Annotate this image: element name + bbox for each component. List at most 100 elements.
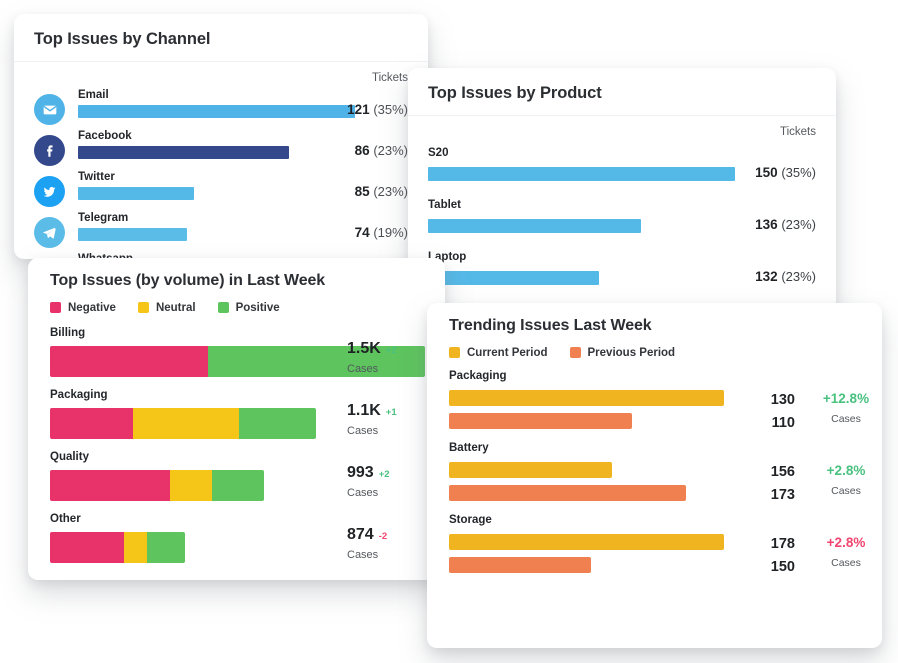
card-body: Tickets S20 150 (35%) Tablet 136 (23%) Lapto… <box>408 116 836 310</box>
card-title: Top Issues by Product <box>428 84 602 102</box>
product-row[interactable]: S20 150 (35%) <box>428 146 816 198</box>
volume-cases-label: Cases <box>347 548 379 561</box>
trending-change-pct: +12.8% <box>822 390 870 406</box>
telegram-icon <box>34 217 65 249</box>
legend-item[interactable]: Previous Period <box>569 347 675 359</box>
volume-delta: -2 <box>378 530 388 542</box>
trending-previous-bar <box>449 412 633 429</box>
product-row[interactable]: Laptop 132 (23%) <box>428 250 816 302</box>
trending-category-name: Storage <box>449 513 492 526</box>
product-row[interactable]: Tablet 136 (23%) <box>428 198 816 250</box>
product-name: S20 <box>428 147 449 160</box>
legend-item[interactable]: Negative <box>50 302 116 314</box>
volume-bar-segment <box>147 531 185 563</box>
channel-value: 85 (23%) <box>354 184 408 200</box>
trending-previous-bar <box>449 556 592 573</box>
volume-count: 874 <box>347 525 374 543</box>
trending-change-metrics: +2.8% Cases <box>807 535 882 569</box>
tickets-column-header: Tickets <box>780 126 816 139</box>
volume-delta: +1 <box>385 406 397 418</box>
card-header: Trending Issues Last Week <box>427 303 882 339</box>
trending-previous-value: 110 <box>771 414 795 431</box>
card-trending-issues-last-week: Trending Issues Last Week Current Period… <box>427 303 882 648</box>
trending-change-metrics: +12.8% Cases <box>807 391 882 425</box>
card-body: Negative Neutral Positive Billing 1.5K +2 Cas… <box>28 296 445 580</box>
legend-swatch <box>569 347 581 359</box>
channel-bar <box>78 187 194 201</box>
trending-change-pct: +2.8% <box>826 534 866 550</box>
volume-bar-segment <box>124 531 148 563</box>
channel-bar <box>78 228 187 242</box>
volume-count: 1.5K <box>347 339 381 357</box>
trending-values: 130 110 <box>749 389 795 435</box>
volume-delta: +2 <box>385 344 397 356</box>
trending-category-name: Packaging <box>449 369 507 382</box>
volume-row[interactable]: Other 874 -2 Cases <box>50 512 425 574</box>
trending-change-pct: +2.8% <box>826 462 866 478</box>
volume-bar-segment <box>132 407 240 439</box>
channel-row-list: Email 121 (35%) Facebook 86 (23%) Twitter 85 … <box>34 88 408 259</box>
facebook-icon <box>34 135 65 167</box>
legend-label: Positive <box>235 301 280 314</box>
product-name: Laptop <box>428 251 467 264</box>
volume-bar-segment <box>212 469 264 501</box>
trending-values: 178 150 <box>749 533 795 579</box>
card-top-issues-by-channel: Top Issues by Channel Tickets Email 121 (… <box>14 14 428 259</box>
trending-row[interactable]: Battery 156 173 +2.8% Cases <box>449 441 865 513</box>
volume-row[interactable]: Quality 993 +2 Cases <box>50 450 425 512</box>
trending-change-metrics: +2.8% Cases <box>807 463 882 497</box>
volume-row[interactable]: Billing 1.5K +2 Cases <box>50 326 425 388</box>
card-header: Top Issues by Channel <box>14 14 428 63</box>
trending-category-name: Battery <box>449 441 489 454</box>
trending-row[interactable]: Storage 178 150 +2.8% Cases <box>449 513 865 585</box>
channel-value: 121 (35%) <box>347 102 408 118</box>
volume-bar-segment <box>50 469 170 501</box>
volume-delta: +2 <box>378 468 390 480</box>
legend-item[interactable]: Current Period <box>449 347 548 359</box>
trending-previous-value: 173 <box>770 486 795 503</box>
trending-cases-label: Cases <box>831 556 861 569</box>
volume-row[interactable]: Packaging 1.1K +1 Cases <box>50 388 425 450</box>
volume-metrics: 1.5K +2 Cases <box>347 340 427 375</box>
card-top-issues-by-product: Top Issues by Product Tickets S20 150 (35… <box>408 68 836 310</box>
trending-cases-label: Cases <box>831 484 861 497</box>
trending-previous-bar <box>449 484 686 501</box>
volume-metrics: 874 -2 Cases <box>347 526 427 561</box>
channel-value: 74 (19%) <box>354 225 408 241</box>
trending-current-bar <box>449 461 612 478</box>
channel-bar <box>78 105 356 119</box>
trending-current-value: 178 <box>770 535 795 552</box>
legend-item[interactable]: Positive <box>217 301 280 314</box>
trending-previous-value: 150 <box>770 558 795 575</box>
volume-count: 1.1K <box>347 401 381 419</box>
product-bar <box>428 271 599 286</box>
trending-cases-label: Cases <box>831 412 861 425</box>
channel-bar <box>78 146 290 160</box>
card-header: Top Issues by Product <box>408 68 836 117</box>
channel-row[interactable]: Email 121 (35%) <box>34 88 408 129</box>
volume-row-list: Billing 1.5K +2 Cases Packaging 1.1K +1 Cases Qu… <box>50 326 425 574</box>
trending-row-list: Packaging 130 110 +12.8% Cases Battery 156 173 +… <box>449 369 869 585</box>
trending-current-value: 130 <box>770 391 795 408</box>
card-top-issues-by-volume: Top Issues (by volume) in Last Week Nega… <box>28 258 445 580</box>
volume-metrics: 993 +2 Cases <box>347 464 427 499</box>
channel-row[interactable]: Facebook 86 (23%) <box>34 129 408 170</box>
product-value: 136 (23%) <box>755 217 816 233</box>
volume-bar-segment <box>50 531 125 563</box>
legend-label: Neutral <box>155 301 196 314</box>
volume-cases-label: Cases <box>347 486 379 499</box>
card-body: Current Period Previous Period Packaging 1… <box>427 339 882 595</box>
channel-row[interactable]: Twitter 85 (23%) <box>34 170 408 211</box>
trending-values: 156 173 <box>749 461 795 507</box>
volume-stacked-bar <box>50 531 185 563</box>
volume-stacked-bar <box>50 469 264 501</box>
volume-bar-segment <box>50 407 133 439</box>
card-title: Trending Issues Last Week <box>449 317 652 334</box>
trending-row[interactable]: Packaging 130 110 +12.8% Cases <box>449 369 869 441</box>
volume-bar-segment <box>239 407 317 439</box>
volume-bar-segment <box>50 345 208 377</box>
channel-row[interactable]: Telegram 74 (19%) <box>34 211 408 252</box>
legend-swatch <box>50 302 61 314</box>
legend-label: Current Period <box>467 346 548 359</box>
legend-item[interactable]: Neutral <box>137 301 196 314</box>
